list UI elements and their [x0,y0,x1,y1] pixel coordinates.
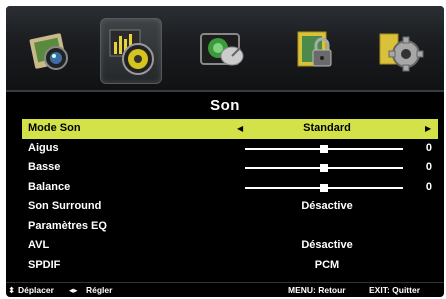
slider-thumb[interactable] [320,183,328,192]
menu-item-spdif[interactable]: SPDIF PCM [22,256,438,276]
menu-item-value: PCM [314,258,340,271]
menu-item-avl[interactable]: AVL Désactive [22,236,438,256]
menu-item-label: Son Surround [28,200,102,212]
balance-slider[interactable] [245,183,403,192]
lock-icon[interactable] [284,18,346,84]
channel-icon[interactable] [192,18,254,84]
menu-item-value: Désactive [301,239,353,251]
sound-icon[interactable] [100,18,162,84]
menu-item-label: Basse [28,161,61,173]
menu-item-label: Aigus [28,141,59,154]
slider-thumb[interactable] [320,144,328,153]
menu-item-value: Standard [303,122,351,134]
setup-icon[interactable] [370,18,432,84]
menu-item-label: SPDIF [28,258,61,271]
picture-icon[interactable] [20,18,82,84]
hint-exit: EXIT: Quitter [369,285,421,295]
menu-item-label: Mode Son [28,122,81,134]
menu-item-mode-son[interactable]: Mode Son ◀ Standard ▶ [22,119,438,139]
treble-slider[interactable] [245,144,403,153]
category-icon-bar [6,6,444,92]
hint-move: Déplacer [18,285,54,295]
updown-arrows-icon: ⬍ [8,285,16,295]
arrow-left-icon[interactable]: ◀ [237,119,243,139]
menu-item-label: Balance [28,180,71,193]
menu-item-label: Paramètres EQ [28,219,107,232]
menu-item-value: Désactive [301,200,353,212]
menu-item-son-surround[interactable]: Son Surround Désactive [22,197,438,217]
menu-item-aigus[interactable]: Aigus 0 [22,139,438,159]
menu-item-basse[interactable]: Basse 0 [22,158,438,178]
menu-item-value: 0 [425,141,432,154]
hint-menu-back: MENU: Retour [288,285,346,295]
key-hint-bar: ⬍ Déplacer ◂▸ Régler MENU: Retour EXIT: … [6,282,444,297]
menu-item-parametres-eq[interactable]: Paramètres EQ [22,217,438,237]
menu-item-balance[interactable]: Balance 0 [22,178,438,198]
menu-item-value: 0 [425,161,432,173]
menu-item-value: 0 [425,180,432,193]
slider-thumb[interactable] [320,164,328,172]
leftright-arrows-icon: ◂▸ [69,285,78,295]
bass-slider[interactable] [245,164,403,172]
menu-item-label: AVL [28,239,50,251]
page-title: Son [210,97,240,114]
sound-menu: Mode Son ◀ Standard ▶ Aigus 0 Basse 0 Ba… [22,119,438,275]
osd-panel: Son Mode Son ◀ Standard ▶ Aigus 0 Basse … [6,6,444,297]
hint-adjust: Régler [86,285,113,295]
arrow-right-icon[interactable]: ▶ [425,119,431,139]
